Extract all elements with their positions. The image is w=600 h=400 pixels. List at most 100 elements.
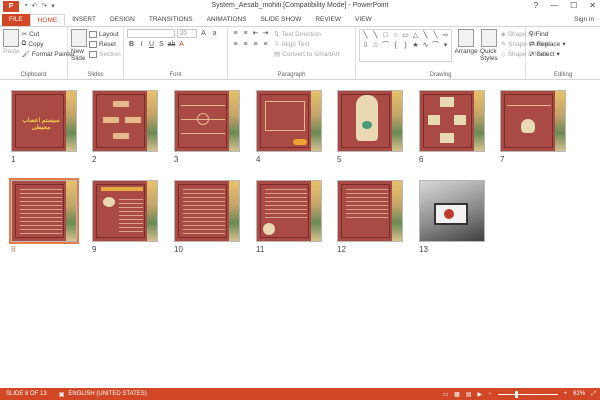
slide-thumbnail-8[interactable] bbox=[9, 178, 79, 244]
bracket-shape-icon[interactable]: } bbox=[401, 41, 410, 50]
shrink-font-icon[interactable]: a bbox=[210, 29, 219, 38]
font-color-icon[interactable]: A bbox=[177, 40, 186, 49]
zoom-level[interactable]: 62% bbox=[573, 391, 585, 397]
sign-in-link[interactable]: Sign in bbox=[574, 16, 594, 23]
increase-indent-icon[interactable]: ⇥ bbox=[261, 29, 270, 38]
line-shape-icon[interactable]: ╲ bbox=[421, 31, 430, 40]
triangle-shape-icon[interactable]: △ bbox=[411, 31, 420, 40]
arrange-button[interactable]: Arrange bbox=[454, 29, 478, 62]
curve-shape-icon[interactable]: ⌒ bbox=[431, 41, 440, 50]
zoom-out-button[interactable]: − bbox=[488, 391, 492, 397]
decrease-indent-icon[interactable]: ⇤ bbox=[251, 29, 260, 38]
underline-icon[interactable]: U bbox=[147, 40, 156, 49]
shapes-gallery[interactable]: ╲ ╲ □ ○ ▭ △ ╲ ╲ ⇨ ⇩ ☆ ⌒ { } ★ ∿ ⌒ ▾ bbox=[359, 29, 452, 62]
slide-thumbnail-6[interactable] bbox=[419, 90, 485, 152]
select-button[interactable]: ➚ Select ▾ bbox=[529, 49, 597, 59]
align-left-icon[interactable]: ≡ bbox=[231, 40, 240, 49]
redo-icon[interactable]: ↷ bbox=[41, 2, 47, 10]
tab-animations[interactable]: ANIMATIONS bbox=[200, 14, 254, 26]
slide-thumbnail-9[interactable] bbox=[92, 180, 158, 242]
save-icon[interactable]: ▪ bbox=[25, 2, 27, 10]
close-button[interactable]: ✕ bbox=[589, 1, 596, 10]
slide-decoration bbox=[147, 91, 157, 151]
star-shape-icon[interactable]: ★ bbox=[411, 41, 420, 50]
text-direction-button[interactable]: ⇅ Text Direction bbox=[274, 29, 340, 39]
center-icon[interactable]: ≡ bbox=[241, 40, 250, 49]
rectangle-shape-icon[interactable]: □ bbox=[381, 31, 390, 40]
quick-styles-button[interactable]: Quick Styles bbox=[480, 29, 498, 62]
curve-shape-icon[interactable]: ⌒ bbox=[381, 41, 390, 50]
section-button[interactable]: Section bbox=[89, 49, 121, 59]
undo-icon[interactable]: ↶ bbox=[31, 2, 37, 10]
tab-insert[interactable]: INSERT bbox=[65, 14, 103, 26]
zoom-in-button[interactable]: + bbox=[564, 391, 568, 397]
new-slide-button[interactable]: New Slide bbox=[71, 29, 87, 62]
oval-shape-icon[interactable]: ○ bbox=[391, 31, 400, 40]
font-size-field[interactable]: 20 bbox=[177, 29, 197, 38]
fit-to-window-icon[interactable]: ⤢ bbox=[591, 391, 596, 398]
star-shape-icon[interactable]: ☆ bbox=[371, 41, 380, 50]
language-indicator[interactable]: ENGLISH (UNITED STATES) bbox=[68, 391, 146, 397]
find-button[interactable]: ⚲ Find bbox=[529, 29, 597, 39]
slide-thumbnail-7[interactable] bbox=[500, 90, 566, 152]
more-shapes-icon[interactable]: ▾ bbox=[441, 41, 450, 50]
zoom-slider[interactable] bbox=[497, 390, 558, 398]
neuron-drawing bbox=[356, 95, 378, 141]
slide-thumbnail-12[interactable] bbox=[337, 180, 403, 242]
justify-icon[interactable]: ≡ bbox=[261, 40, 270, 49]
help-button[interactable]: ? bbox=[534, 1, 538, 10]
format-painter-button[interactable]: 🖌 Format Painter bbox=[22, 49, 75, 59]
font-name-field[interactable] bbox=[127, 29, 175, 38]
normal-view-icon[interactable]: ▭ bbox=[443, 391, 449, 398]
strikethrough-icon[interactable]: ab bbox=[167, 40, 176, 49]
rectangle-shape-icon[interactable]: ▭ bbox=[401, 31, 410, 40]
reading-view-icon[interactable]: ▤ bbox=[466, 391, 472, 398]
slide-sorter-view-icon[interactable]: ▦ bbox=[454, 391, 460, 398]
tab-review[interactable]: REVIEW bbox=[308, 14, 348, 26]
slide-thumbnail-11[interactable] bbox=[256, 180, 322, 242]
slide-thumbnail-3[interactable] bbox=[174, 90, 240, 152]
curve-shape-icon[interactable]: ∿ bbox=[421, 41, 430, 50]
tab-transitions[interactable]: TRANSITIONS bbox=[142, 14, 200, 26]
tab-view[interactable]: VIEW bbox=[348, 14, 379, 26]
maximize-button[interactable]: ☐ bbox=[570, 1, 577, 10]
tab-home[interactable]: HOME bbox=[29, 14, 66, 26]
align-right-icon[interactable]: ≡ bbox=[251, 40, 260, 49]
align-text-button[interactable]: ⇳ Align Text bbox=[274, 39, 340, 49]
paste-button[interactable]: Paste bbox=[3, 29, 20, 59]
line-shape-icon[interactable]: ╲ bbox=[361, 31, 370, 40]
layout-button[interactable]: Layout bbox=[89, 29, 121, 39]
bold-icon[interactable]: B bbox=[127, 40, 136, 49]
customize-qat-icon[interactable]: ▾ bbox=[51, 2, 55, 10]
arrow-shape-icon[interactable]: ⇨ bbox=[441, 31, 450, 40]
tab-design[interactable]: DESIGN bbox=[103, 14, 142, 26]
cut-button[interactable]: ✂ Cut bbox=[22, 29, 75, 39]
grow-font-icon[interactable]: A bbox=[199, 29, 208, 38]
bracket-shape-icon[interactable]: { bbox=[391, 41, 400, 50]
italic-icon[interactable]: I bbox=[137, 40, 146, 49]
slide-thumbnail-13[interactable] bbox=[419, 180, 485, 242]
spellcheck-icon[interactable]: ▣ bbox=[59, 391, 65, 398]
bullets-icon[interactable]: ≡ bbox=[231, 29, 240, 38]
reset-button[interactable]: Reset bbox=[89, 39, 121, 49]
tab-slide-show[interactable]: SLIDE SHOW bbox=[254, 14, 309, 26]
slide-thumbnail-5[interactable] bbox=[337, 90, 403, 152]
slide-thumbnail-1[interactable]: سیستم اعصاب محیطی bbox=[11, 90, 77, 152]
slides-label: Slides bbox=[87, 72, 104, 78]
line-shape-icon[interactable]: ╲ bbox=[431, 31, 440, 40]
line-shape-icon[interactable]: ╲ bbox=[371, 31, 380, 40]
minimize-button[interactable]: — bbox=[550, 1, 558, 10]
numbering-icon[interactable]: ≡ bbox=[241, 29, 250, 38]
replace-button[interactable]: ⇄ Replace ▾ bbox=[529, 39, 597, 49]
zoom-slider-knob[interactable] bbox=[514, 390, 518, 398]
screen-image bbox=[444, 209, 454, 219]
tab-file[interactable]: FILE bbox=[2, 14, 30, 26]
slide-thumbnail-2[interactable] bbox=[92, 90, 158, 152]
shadow-icon[interactable]: S bbox=[157, 40, 166, 49]
slide-thumbnail-10[interactable] bbox=[174, 180, 240, 242]
slideshow-view-icon[interactable]: ▶ bbox=[478, 391, 483, 398]
copy-button[interactable]: ⧉ Copy bbox=[22, 39, 75, 49]
slide-thumbnail-4[interactable] bbox=[256, 90, 322, 152]
arrow-shape-icon[interactable]: ⇩ bbox=[361, 41, 370, 50]
convert-smartart-button[interactable]: ▤ Convert to SmartArt bbox=[274, 49, 340, 59]
